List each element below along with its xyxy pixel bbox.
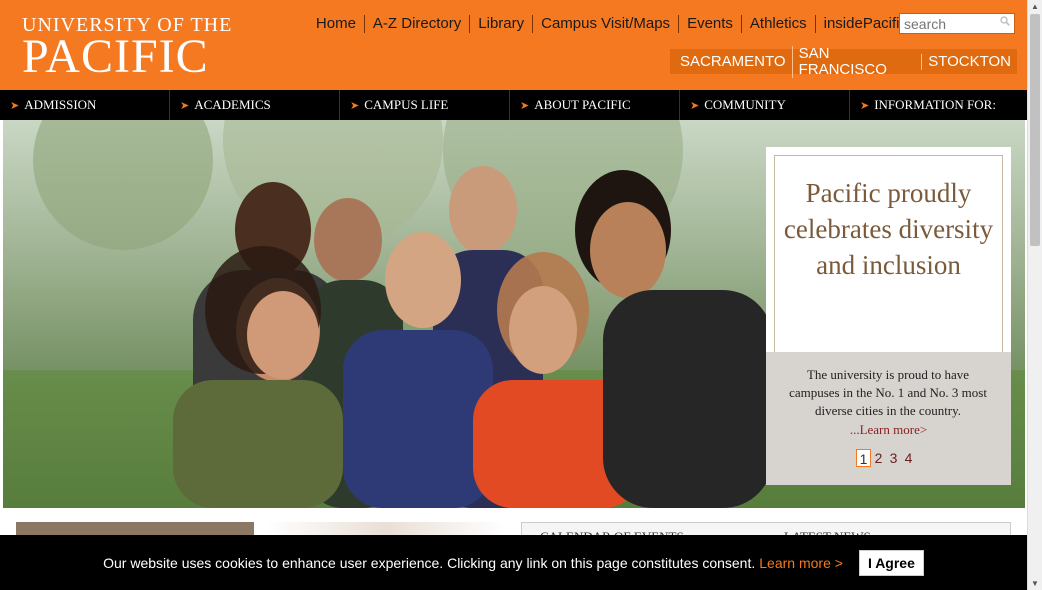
scroll-down-icon[interactable]: ▼	[1031, 579, 1039, 588]
top-link-athletics[interactable]: Athletics	[740, 15, 815, 33]
nav-about-pacific[interactable]: ➤ ABOUT PACIFIC	[510, 90, 680, 120]
slide-page-1[interactable]: 1	[856, 449, 871, 467]
top-link-directory[interactable]: A-Z Directory	[363, 15, 469, 33]
top-link-home[interactable]: Home	[308, 15, 364, 33]
nav-campus-life[interactable]: ➤ CAMPUS LIFE	[340, 90, 510, 120]
nav-community[interactable]: ➤ COMMUNITY	[680, 90, 850, 120]
top-link-events[interactable]: Events	[678, 15, 741, 33]
slide-page-4[interactable]: 4	[901, 449, 916, 467]
slide-page-2[interactable]: 2	[871, 449, 886, 467]
nav-academics[interactable]: ➤ ACADEMICS	[170, 90, 340, 120]
promo-learn-more-link[interactable]: ...Learn more>	[766, 422, 1011, 438]
promo-title: Pacific proudly celebrates diversity and…	[783, 178, 994, 280]
site-header: UNIVERSITY OF THE PACIFIC Home A-Z Direc…	[0, 0, 1027, 90]
nav-label: COMMUNITY	[704, 97, 786, 112]
campus-san-francisco[interactable]: SAN FRANCISCO	[791, 45, 922, 78]
nav-label: ACADEMICS	[194, 97, 271, 112]
top-link-library[interactable]: Library	[469, 15, 532, 33]
arrow-icon: ➤	[350, 99, 360, 112]
top-link-campus-visit[interactable]: Campus Visit/Maps	[532, 15, 678, 33]
campus-links: SACRAMENTO SAN FRANCISCO STOCKTON	[670, 45, 1017, 78]
search-box	[899, 13, 1015, 34]
arrow-icon: ➤	[690, 99, 700, 112]
top-links: Home A-Z Directory Library Campus Visit/…	[308, 15, 915, 33]
nav-label: CAMPUS LIFE	[364, 97, 449, 112]
slide-pager: 1 2 3 4	[856, 449, 916, 467]
main-nav: ➤ ADMISSION ➤ ACADEMICS ➤ CAMPUS LIFE ➤ ABOU…	[0, 90, 1027, 120]
nav-label: ADMISSION	[24, 97, 97, 112]
campus-stockton[interactable]: STOCKTON	[921, 53, 1017, 70]
university-logo[interactable]: UNIVERSITY OF THE PACIFIC	[22, 14, 232, 83]
page-scrollbar[interactable]: ▲ ▼	[1027, 0, 1042, 590]
cookie-learn-more-link[interactable]: Learn more >	[759, 555, 843, 571]
hero-promo-card: Pacific proudly celebrates diversity and…	[766, 147, 1011, 485]
nav-label: ABOUT PACIFIC	[534, 97, 631, 112]
logo-line-2: PACIFIC	[22, 30, 209, 83]
cookie-banner: Our website uses cookies to enhance user…	[0, 535, 1027, 590]
campus-sacramento[interactable]: SACRAMENTO	[674, 53, 792, 70]
arrow-icon: ➤	[180, 99, 190, 112]
nav-admission[interactable]: ➤ ADMISSION	[0, 90, 170, 120]
slide-page-3[interactable]: 3	[886, 449, 901, 467]
nav-label: INFORMATION FOR:	[874, 97, 996, 112]
promo-text: The university is proud to have campuses…	[789, 367, 987, 418]
nav-information-for[interactable]: ➤ INFORMATION FOR:	[850, 90, 1027, 120]
arrow-icon: ➤	[860, 99, 870, 112]
search-input[interactable]	[900, 14, 996, 33]
search-icon[interactable]	[1000, 16, 1010, 26]
arrow-icon: ➤	[10, 99, 20, 112]
scroll-thumb[interactable]	[1030, 14, 1040, 246]
scroll-up-icon[interactable]: ▲	[1031, 2, 1039, 11]
cookie-agree-button[interactable]: I Agree	[858, 549, 924, 576]
arrow-icon: ➤	[520, 99, 530, 112]
cookie-message: Our website uses cookies to enhance user…	[103, 554, 756, 571]
promo-lower-panel: The university is proud to have campuses…	[766, 352, 1011, 485]
